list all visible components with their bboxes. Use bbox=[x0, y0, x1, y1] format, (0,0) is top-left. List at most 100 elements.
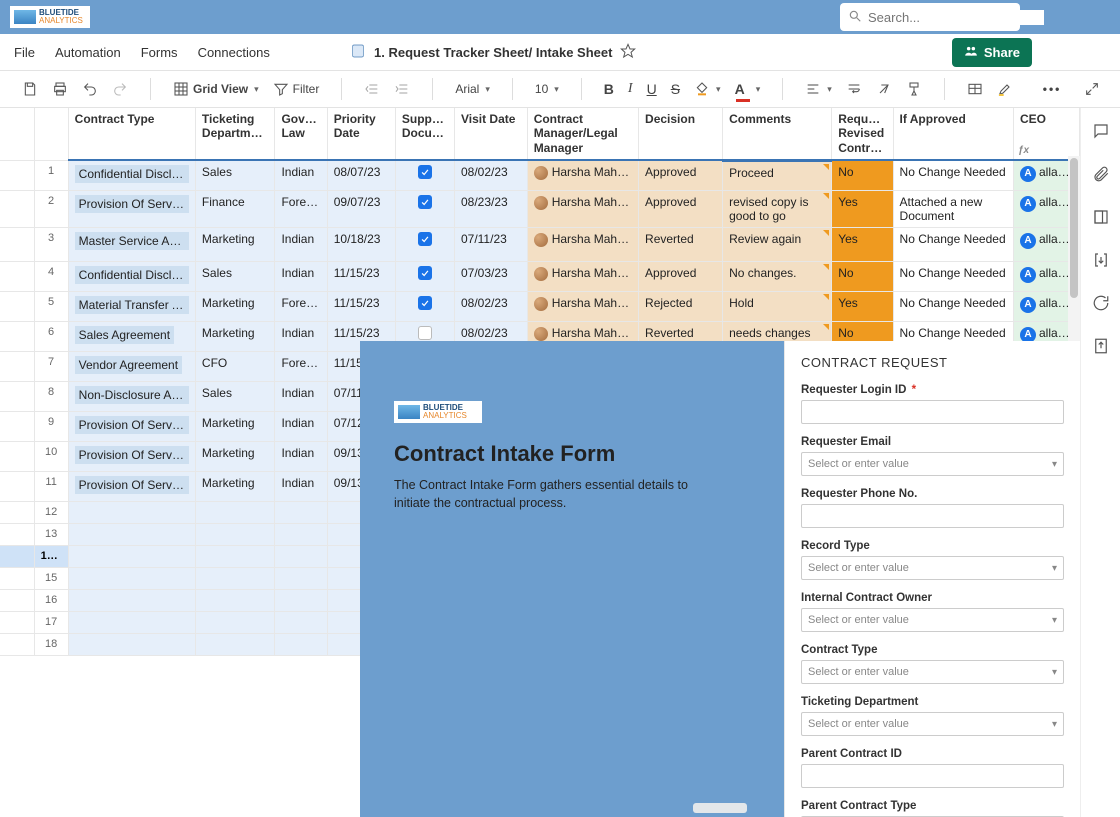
cell-contract-manager[interactable]: Harsha Mahant bbox=[527, 262, 638, 292]
cell-gov-law[interactable]: Indian bbox=[275, 442, 327, 472]
cell-ticketing-dept[interactable]: Marketing bbox=[195, 412, 275, 442]
cell-if-approved[interactable]: No Change Needed bbox=[893, 228, 1013, 262]
cell-visit-date[interactable]: 07/11/23 bbox=[454, 228, 527, 262]
row-number[interactable]: 15 bbox=[34, 568, 68, 590]
font-size-select[interactable]: 10▾ bbox=[531, 79, 563, 99]
cell-comments[interactable]: Review again bbox=[723, 228, 832, 262]
col-revised-contract[interactable]: Request… Revised Contract bbox=[832, 108, 893, 160]
cell-contract-type[interactable]: Confidential Disclosure bbox=[68, 160, 195, 191]
more-icon[interactable]: ••• bbox=[1039, 79, 1066, 99]
grid-view-button[interactable]: Grid View▾ bbox=[169, 78, 263, 100]
col-decision[interactable]: Decision bbox=[639, 108, 723, 160]
cell-gov-law[interactable]: Foreign bbox=[275, 352, 327, 382]
cell-if-approved[interactable]: No Change Needed bbox=[893, 262, 1013, 292]
cell-ticketing-dept[interactable]: Marketing bbox=[195, 442, 275, 472]
cell-if-approved[interactable]: No Change Needed bbox=[893, 292, 1013, 322]
cell-ticketing-dept[interactable]: Marketing bbox=[195, 322, 275, 352]
bold-icon[interactable]: B bbox=[600, 78, 618, 100]
row-number[interactable]: 7 bbox=[34, 352, 68, 382]
select-record-type[interactable]: Select or enter value bbox=[801, 556, 1064, 580]
filter-button[interactable]: Filter bbox=[269, 78, 324, 100]
share-button[interactable]: Share bbox=[952, 38, 1032, 67]
checkbox-icon[interactable] bbox=[418, 195, 432, 209]
table-row[interactable]: 2Provision Of ServicesFinanceForeign09/0… bbox=[0, 191, 1080, 228]
star-icon[interactable] bbox=[620, 43, 636, 62]
proofs-icon[interactable] bbox=[1092, 208, 1110, 229]
activity-icon[interactable] bbox=[1092, 294, 1110, 315]
cell-visit-date[interactable]: 08/02/23 bbox=[454, 292, 527, 322]
row-number[interactable]: 13 bbox=[34, 524, 68, 546]
table-row[interactable]: 3Master Service AgreemMarketingIndian10/… bbox=[0, 228, 1080, 262]
select-contract-type[interactable]: Select or enter value bbox=[801, 660, 1064, 684]
col-contract-type[interactable]: Contract Type bbox=[68, 108, 195, 160]
cell-contract-type[interactable]: Master Service Agreem bbox=[68, 228, 195, 262]
fill-color-icon[interactable]: ▾ bbox=[690, 78, 725, 100]
cell-priority-date[interactable]: 11/15/23 bbox=[327, 262, 395, 292]
checkbox-icon[interactable] bbox=[418, 326, 432, 340]
cell-decision[interactable]: Reverted bbox=[639, 228, 723, 262]
cell-revised-contract[interactable]: Yes bbox=[832, 292, 893, 322]
cell-contract-type[interactable]: Provision Of Services bbox=[68, 191, 195, 228]
brackets-icon[interactable] bbox=[1092, 251, 1110, 272]
table-row[interactable]: 5Material Transfer AgreeMarketingForeign… bbox=[0, 292, 1080, 322]
cell-comments[interactable]: Proceed bbox=[723, 160, 832, 191]
row-number[interactable]: 1 bbox=[34, 160, 68, 191]
row-number[interactable]: 4 bbox=[34, 262, 68, 292]
cell-priority-date[interactable]: 10/18/23 bbox=[327, 228, 395, 262]
row-number[interactable]: 16 bbox=[34, 590, 68, 612]
col-contract-manager[interactable]: Contract Manager/Legal Manager bbox=[527, 108, 638, 160]
row-number[interactable]: 14 ⋮ bbox=[34, 546, 68, 568]
format-painter-icon[interactable] bbox=[902, 78, 926, 100]
cell-revised-contract[interactable]: No bbox=[832, 160, 893, 191]
row-number[interactable]: 11 bbox=[34, 472, 68, 502]
cell-gov-law[interactable]: Foreign bbox=[275, 292, 327, 322]
cell-contract-type[interactable]: Material Transfer Agree bbox=[68, 292, 195, 322]
comments-icon[interactable] bbox=[1092, 122, 1110, 143]
cell-comments[interactable]: No changes. bbox=[723, 262, 832, 292]
col-supp-doc[interactable]: Suppo… Docum… bbox=[395, 108, 454, 160]
col-visit-date[interactable]: Visit Date bbox=[454, 108, 527, 160]
input-phone[interactable] bbox=[801, 504, 1064, 528]
cell-visit-date[interactable]: 07/03/23 bbox=[454, 262, 527, 292]
cell-gov-law[interactable]: Indian bbox=[275, 160, 327, 191]
cell-if-approved[interactable]: Attached a new Document bbox=[893, 191, 1013, 228]
col-priority-date[interactable]: Priority Date bbox=[327, 108, 395, 160]
expand-icon[interactable] bbox=[1080, 78, 1104, 100]
checkbox-icon[interactable] bbox=[418, 266, 432, 280]
cell-revised-contract[interactable]: Yes bbox=[832, 191, 893, 228]
cell-visit-date[interactable]: 08/02/23 bbox=[454, 160, 527, 191]
menu-file[interactable]: File bbox=[14, 45, 35, 60]
underline-icon[interactable]: U bbox=[643, 78, 661, 100]
table-row[interactable]: 1Confidential DisclosureSalesIndian08/07… bbox=[0, 160, 1080, 191]
cell-decision[interactable]: Rejected bbox=[639, 292, 723, 322]
cell-contract-type[interactable]: Sales Agreement bbox=[68, 322, 195, 352]
clear-format-icon[interactable] bbox=[872, 78, 896, 100]
menu-forms[interactable]: Forms bbox=[141, 45, 178, 60]
table-row[interactable]: 4Confidential DisclosureSalesIndian11/15… bbox=[0, 262, 1080, 292]
cell-contract-type[interactable]: Provision Of Services bbox=[68, 442, 195, 472]
cell-contract-type[interactable]: Vendor Agreement bbox=[68, 352, 195, 382]
cell-ticketing-dept[interactable]: Sales bbox=[195, 262, 275, 292]
cell-decision[interactable]: Approved bbox=[639, 160, 723, 191]
row-number[interactable]: 18 bbox=[34, 634, 68, 656]
indent-icon[interactable] bbox=[390, 78, 414, 100]
cell-supp-doc[interactable] bbox=[395, 160, 454, 191]
sheet-title-text[interactable]: 1. Request Tracker Sheet/ Intake Sheet bbox=[374, 45, 612, 60]
col-if-approved[interactable]: If Approved bbox=[893, 108, 1013, 160]
checkbox-icon[interactable] bbox=[418, 232, 432, 246]
cell-revised-contract[interactable]: No bbox=[832, 262, 893, 292]
cell-ticketing-dept[interactable]: Sales bbox=[195, 160, 275, 191]
cell-ticketing-dept[interactable]: Marketing bbox=[195, 472, 275, 502]
cell-priority-date[interactable]: 08/07/23 bbox=[327, 160, 395, 191]
update-requests-icon[interactable] bbox=[1092, 337, 1110, 358]
select-ico[interactable]: Select or enter value bbox=[801, 608, 1064, 632]
redo-icon[interactable] bbox=[108, 78, 132, 100]
cell-contract-type[interactable]: Non-Disclosure Agreem bbox=[68, 382, 195, 412]
cell-supp-doc[interactable] bbox=[395, 191, 454, 228]
outdent-icon[interactable] bbox=[360, 78, 384, 100]
global-search[interactable] bbox=[840, 3, 1020, 31]
row-number[interactable]: 17 bbox=[34, 612, 68, 634]
menu-automation[interactable]: Automation bbox=[55, 45, 121, 60]
row-number[interactable]: 5 bbox=[34, 292, 68, 322]
wrap-icon[interactable] bbox=[842, 78, 866, 100]
